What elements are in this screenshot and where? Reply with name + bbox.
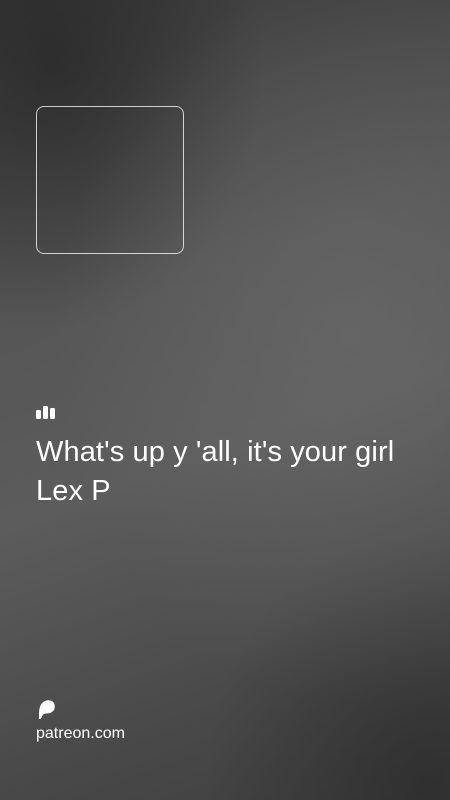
audio-bars-icon [36,405,56,419]
patreon-logo-icon [36,698,56,720]
cover-art-frame [36,106,184,254]
share-card: What's up y 'all, it's your girl Lex P p… [0,0,450,800]
post-quote-text: What's up y 'all, it's your girl Lex P [36,436,395,507]
patreon-link[interactable]: patreon.com [36,724,125,744]
